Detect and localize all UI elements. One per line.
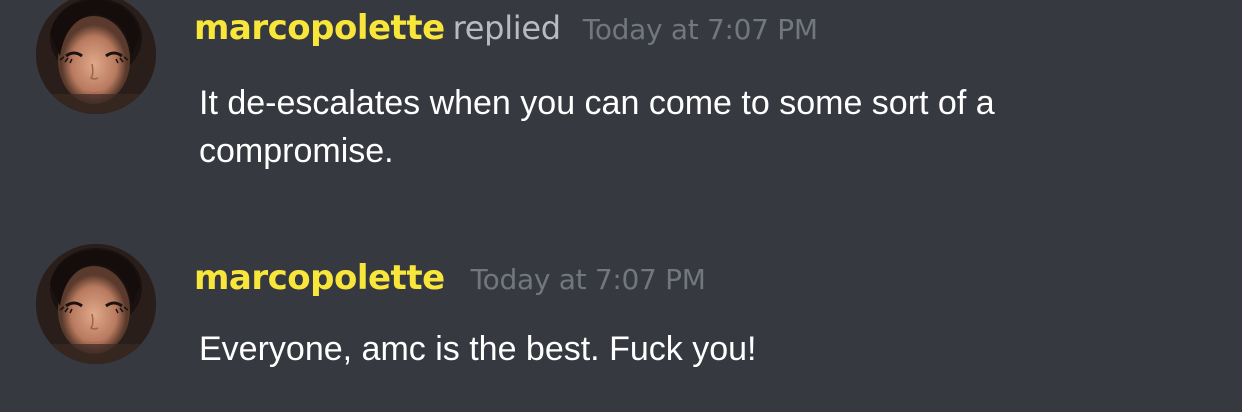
avatar[interactable] xyxy=(36,244,156,364)
user-avatar-image xyxy=(36,244,156,364)
username[interactable]: marcopolette xyxy=(194,258,445,298)
reply-indicator: replied xyxy=(452,9,561,47)
user-avatar-image xyxy=(36,0,156,114)
chat-message: marcopolette Today at 7:07 PM Everyone, a… xyxy=(0,232,1242,402)
message-content: It de-escalates when you can come to som… xyxy=(199,84,995,170)
timestamp: Today at 7:07 PM xyxy=(582,13,818,46)
message-content: Everyone, amc is the best. Fuck you! xyxy=(199,330,757,368)
message-header: marcopolette Today at 7:07 PM xyxy=(194,258,706,298)
timestamp: Today at 7:07 PM xyxy=(470,263,706,296)
chat-message: marcopolette replied Today at 7:07 PM It d… xyxy=(0,0,1242,220)
avatar[interactable] xyxy=(36,0,156,114)
username[interactable]: marcopolette xyxy=(194,8,445,48)
message-header: marcopolette replied Today at 7:07 PM xyxy=(194,8,818,48)
